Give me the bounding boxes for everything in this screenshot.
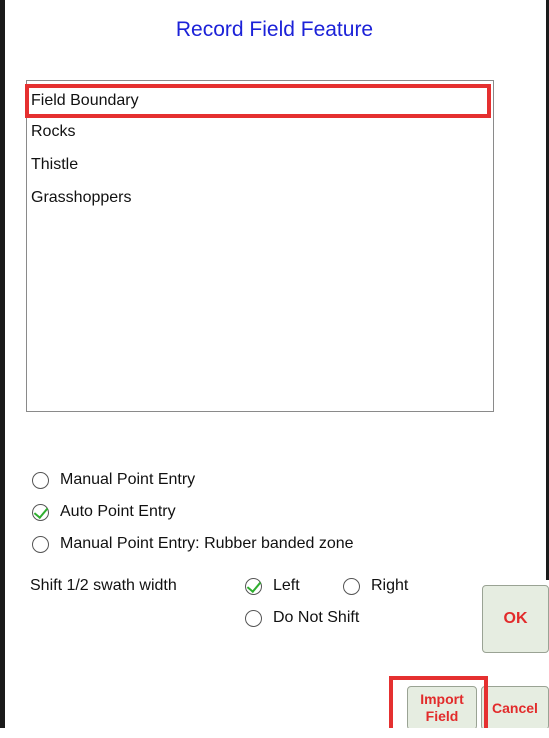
ok-button-label: OK xyxy=(503,610,528,628)
radio-label: Left xyxy=(273,577,300,594)
radio-label: Manual Point Entry xyxy=(60,471,196,488)
radio-label: Manual Point Entry: Rubber banded zone xyxy=(60,535,354,552)
feature-list[interactable]: Field Boundary Rocks Thistle Grasshopper… xyxy=(25,80,494,412)
radio-shift-left[interactable]: Left xyxy=(245,577,300,595)
radio-label: Right xyxy=(371,577,409,594)
cancel-button[interactable]: Cancel xyxy=(481,686,549,730)
list-item-rocks[interactable]: Rocks xyxy=(31,123,75,141)
dialog-title: Record Field Feature xyxy=(175,18,374,41)
radio-circle-icon[interactable] xyxy=(245,609,262,627)
record-field-feature-dialog: Record Field Feature Field Boundary Rock… xyxy=(0,0,549,738)
radio-shift-right[interactable]: Right xyxy=(343,577,408,595)
checkmark-icon[interactable] xyxy=(32,503,49,521)
cancel-button-label: Cancel xyxy=(492,699,538,716)
window-bottom-margin xyxy=(0,728,549,738)
ok-button[interactable]: OK xyxy=(482,585,549,653)
radio-circle-icon[interactable] xyxy=(32,535,49,553)
radio-circle-icon[interactable] xyxy=(343,577,360,595)
list-item-grasshoppers[interactable]: Grasshoppers xyxy=(31,189,132,207)
checkmark-icon[interactable] xyxy=(245,577,262,595)
shift-swath-label: Shift 1/2 swath width xyxy=(30,577,177,594)
list-item-label: Grasshoppers xyxy=(31,189,132,206)
list-item-label: Field Boundary xyxy=(31,92,139,109)
list-item-field-boundary[interactable]: Field Boundary xyxy=(25,84,491,118)
list-item-label: Thistle xyxy=(31,156,79,173)
radio-label: Auto Point Entry xyxy=(60,503,176,520)
radio-rubber-banded-zone[interactable]: Manual Point Entry: Rubber banded zone xyxy=(32,535,354,553)
radio-circle-icon[interactable] xyxy=(32,471,49,489)
list-item-label: Rocks xyxy=(31,123,76,140)
radio-auto-point-entry[interactable]: Auto Point Entry xyxy=(32,503,176,521)
radio-label: Do Not Shift xyxy=(273,609,360,626)
radio-manual-point-entry[interactable]: Manual Point Entry xyxy=(32,471,195,489)
list-item-thistle[interactable]: Thistle xyxy=(31,156,78,174)
radio-do-not-shift[interactable]: Do Not Shift xyxy=(245,609,359,627)
window-border-left xyxy=(0,0,5,738)
